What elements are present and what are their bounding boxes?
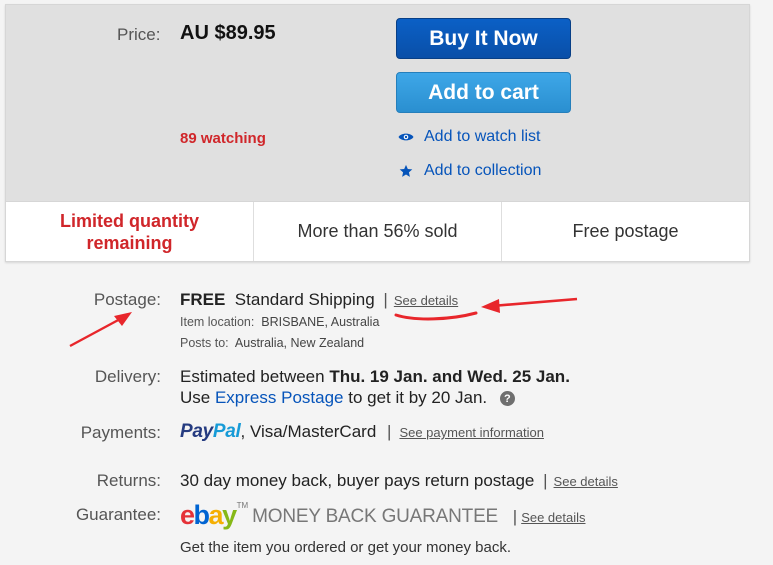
express-suffix: to get it by 20 Jan. bbox=[348, 388, 488, 407]
postage-label: Postage: bbox=[93, 290, 161, 309]
add-to-watch-list-label: Add to watch list bbox=[424, 128, 541, 145]
payment-methods: , Visa/MasterCard bbox=[240, 422, 377, 441]
watching-count: 89 watching bbox=[180, 130, 266, 147]
returns-policy: 30 day money back, buyer pays return pos… bbox=[180, 471, 535, 490]
separator: | bbox=[543, 471, 548, 490]
add-to-collection-link[interactable]: Add to collection bbox=[396, 162, 541, 180]
guarantee-value: ebayTMMONEY BACK GUARANTEE | See details bbox=[180, 500, 586, 531]
see-payment-information-link[interactable]: See payment information bbox=[399, 425, 544, 440]
paypal-logo: PayPal bbox=[180, 421, 241, 442]
express-prefix: Use bbox=[180, 388, 211, 407]
ebay-logo: ebay bbox=[180, 500, 237, 530]
feature-strip: Limited quantity remaining More than 56%… bbox=[6, 201, 749, 261]
postage-free: FREE bbox=[180, 290, 226, 309]
limited-quantity-badge: Limited quantity remaining bbox=[6, 202, 254, 261]
add-to-watch-list-link[interactable]: Add to watch list bbox=[396, 128, 541, 146]
price-value: AU $89.95 bbox=[180, 22, 276, 44]
delivery-estimate: Estimated between Thu. 19 Jan. and Wed. … bbox=[180, 367, 570, 387]
delivery-estimate-prefix: Estimated between bbox=[180, 367, 325, 386]
posts-to-value: Australia, New Zealand bbox=[234, 336, 365, 350]
add-to-cart-button[interactable]: Add to cart bbox=[396, 72, 571, 113]
separator: | bbox=[383, 290, 388, 309]
postage-service: Standard Shipping bbox=[234, 290, 375, 309]
add-to-collection-label: Add to collection bbox=[424, 162, 542, 179]
eye-icon bbox=[396, 132, 416, 142]
separator: | bbox=[387, 422, 392, 441]
payments-value: PayPal, Visa/MasterCard | See payment inf… bbox=[180, 421, 544, 443]
money-back-guarantee-text: MONEY BACK GUARANTEE bbox=[252, 506, 499, 527]
guarantee-see-details-link[interactable]: See details bbox=[521, 510, 585, 525]
delivery-dates: Thu. 19 Jan. and Wed. 25 Jan. bbox=[329, 367, 570, 386]
free-postage-badge: Free postage bbox=[572, 221, 679, 241]
buy-box-panel: Price: AU $89.95 Buy It Now Add to cart … bbox=[5, 4, 750, 262]
price-label: Price: bbox=[117, 25, 161, 44]
star-icon bbox=[396, 164, 416, 178]
express-postage-link[interactable]: Express Postage bbox=[215, 388, 344, 407]
posts-to: Posts to: Australia, New Zealand bbox=[180, 336, 364, 350]
postage-see-details-link[interactable]: See details bbox=[394, 293, 458, 308]
trademark-mark: TM bbox=[236, 501, 249, 510]
percent-sold-badge: More than 56% sold bbox=[254, 202, 502, 261]
delivery-label: Delivery: bbox=[94, 367, 161, 386]
buy-it-now-button[interactable]: Buy It Now bbox=[396, 18, 571, 59]
returns-see-details-link[interactable]: See details bbox=[554, 474, 618, 489]
item-location-value: BRISBANE, Australia bbox=[261, 315, 380, 329]
item-location-label: Item location: bbox=[180, 315, 255, 329]
postage-value: FREE Standard Shipping | See details bbox=[180, 290, 458, 310]
help-icon[interactable]: ? bbox=[499, 391, 515, 407]
guarantee-label: Guarantee: bbox=[75, 505, 161, 524]
returns-value: 30 day money back, buyer pays return pos… bbox=[180, 471, 618, 491]
payments-label: Payments: bbox=[80, 423, 161, 442]
posts-to-label: Posts to: bbox=[180, 336, 229, 350]
express-postage-line: Use Express Postage to get it by 20 Jan.… bbox=[180, 388, 515, 408]
guarantee-tagline: Get the item you ordered or get your mon… bbox=[180, 539, 512, 556]
returns-label: Returns: bbox=[96, 471, 161, 490]
separator: | bbox=[512, 507, 518, 526]
item-location: Item location: BRISBANE, Australia bbox=[180, 315, 379, 329]
